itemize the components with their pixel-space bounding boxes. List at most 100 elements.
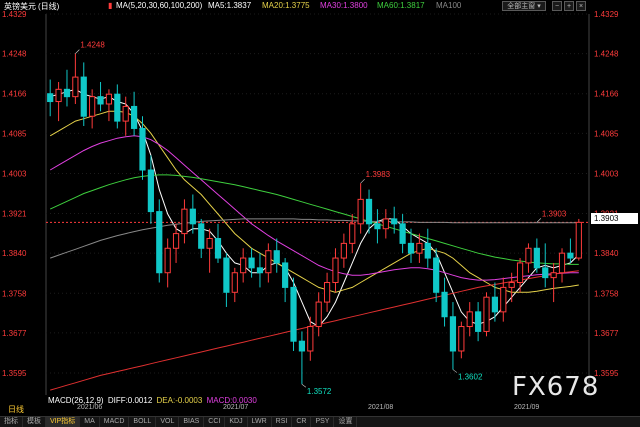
candle-body <box>491 296 498 313</box>
price-tick-left: 1.3595 <box>2 369 27 378</box>
candle-body <box>433 257 440 293</box>
close-button[interactable]: × <box>576 1 586 11</box>
candle-body <box>131 105 138 129</box>
candle-body <box>458 326 465 352</box>
candle[interactable] <box>575 218 582 261</box>
candle-body <box>374 223 381 230</box>
price-tick-right: 1.4003 <box>594 169 619 178</box>
price-tick-left: 1.4003 <box>2 169 27 178</box>
candle-body <box>55 88 62 103</box>
period-label-top: (日线) <box>38 2 60 11</box>
candle[interactable] <box>290 277 297 351</box>
date-axis: 日线 2021/06 2021/07 2021/08 2021/09 <box>0 404 640 415</box>
candle-body <box>391 218 398 225</box>
candle-body <box>558 252 566 274</box>
candle-body <box>164 247 171 274</box>
candle-indicator-icon: ▮ <box>108 1 113 10</box>
price-annotation: 1.4248 <box>80 41 105 50</box>
candle-body <box>315 301 322 328</box>
price-tick-right: 1.4166 <box>594 90 619 99</box>
candle-body <box>542 267 549 279</box>
price-annotation: 1.3572 <box>307 387 332 396</box>
main-chart-dropdown[interactable]: 全部主窗 ▾ <box>502 1 546 11</box>
candle-body <box>567 252 574 259</box>
candle-body <box>340 242 347 259</box>
candle-body <box>181 208 188 235</box>
ma100-value: MA100 <box>436 1 462 10</box>
candle-body <box>122 105 129 122</box>
price-tick-right: 1.3677 <box>594 329 619 338</box>
candle-body <box>475 311 482 332</box>
candle-body <box>349 223 356 244</box>
ma5-value: MA5:1.3837 <box>208 1 252 10</box>
price-annotation: 1.3903 <box>542 209 567 218</box>
candle-body <box>147 169 154 213</box>
candle-body <box>72 76 79 98</box>
price-annotation: 1.3602 <box>458 373 483 382</box>
candle-body <box>516 262 524 284</box>
candle[interactable] <box>483 292 490 337</box>
candle-body <box>273 250 280 264</box>
candle-body <box>156 211 163 274</box>
candle-body <box>114 93 121 122</box>
candle-body <box>424 242 431 259</box>
candle-body <box>441 291 448 318</box>
candle-body <box>550 272 557 279</box>
candle-body <box>575 221 582 259</box>
indicator-tabs: 指标 模板 VIP指标 MA MACD BOLL VOL BIAS CCI KDJ LWR RSI CR… <box>0 416 640 427</box>
candle-body <box>500 286 507 313</box>
ma60-value: MA60:1.3817 <box>377 1 425 10</box>
candle-body <box>525 247 532 264</box>
period-selector[interactable]: 日线 <box>8 404 24 415</box>
date-label: 2021/06 <box>77 404 103 411</box>
candle[interactable] <box>156 199 163 283</box>
candle-body <box>265 250 272 274</box>
symbol-title: 英镑美元 <box>4 2 36 11</box>
candle-body <box>198 223 205 249</box>
price-tick-right: 1.4248 <box>594 50 619 59</box>
candle-body <box>466 311 473 328</box>
candle-body <box>80 76 87 117</box>
candle-body <box>240 257 247 274</box>
candle-body <box>365 198 373 225</box>
candle-body <box>282 262 289 288</box>
candle-body <box>382 218 389 230</box>
candle-body <box>332 257 339 284</box>
candle-body <box>449 316 457 352</box>
candle-body <box>97 96 104 105</box>
price-annotation: 1.3983 <box>366 170 391 179</box>
candle-body <box>172 233 180 249</box>
price-tick-left: 1.4248 <box>2 50 27 59</box>
price-tick-right: 1.3758 <box>594 289 619 298</box>
candle-body <box>323 282 331 303</box>
zoom-in-button[interactable]: + <box>564 1 574 11</box>
candle-body <box>47 93 54 103</box>
price-tick-right: 1.4085 <box>594 129 619 138</box>
candle-body <box>248 257 255 269</box>
candle-body <box>206 237 213 249</box>
date-label: 2021/09 <box>514 404 540 411</box>
price-chart[interactable]: 1.4329 1.43291.4248 1.42481.4166 1.41661.40… <box>0 0 640 426</box>
price-tick-left: 1.4085 <box>2 129 27 138</box>
price-tick-left: 1.3758 <box>2 289 27 298</box>
candle-body <box>139 127 146 171</box>
candle-body <box>508 282 515 288</box>
header-bar: 英镑美元 (日线) ▮ MA(5,20,30,60,100,200) MA5:1… <box>0 0 640 12</box>
zoom-out-button[interactable]: − <box>552 1 562 11</box>
ma30-value: MA30:1.3800 <box>320 1 368 10</box>
candle-body <box>214 237 222 259</box>
price-tick-left: 1.3921 <box>2 210 27 219</box>
candle-body <box>89 96 96 117</box>
candle-body <box>483 296 490 332</box>
date-label: 2021/07 <box>223 404 249 411</box>
price-tick-left: 1.3840 <box>2 249 27 258</box>
candle-body <box>307 326 314 352</box>
price-tick-left: 1.3677 <box>2 329 27 338</box>
candle-body <box>399 223 406 244</box>
ma20-value: MA20:1.3775 <box>262 1 310 10</box>
candle-body <box>416 242 423 254</box>
candle-body <box>105 93 113 105</box>
candle-body <box>63 88 71 98</box>
candle-body <box>290 286 297 342</box>
candle-body <box>223 257 230 293</box>
